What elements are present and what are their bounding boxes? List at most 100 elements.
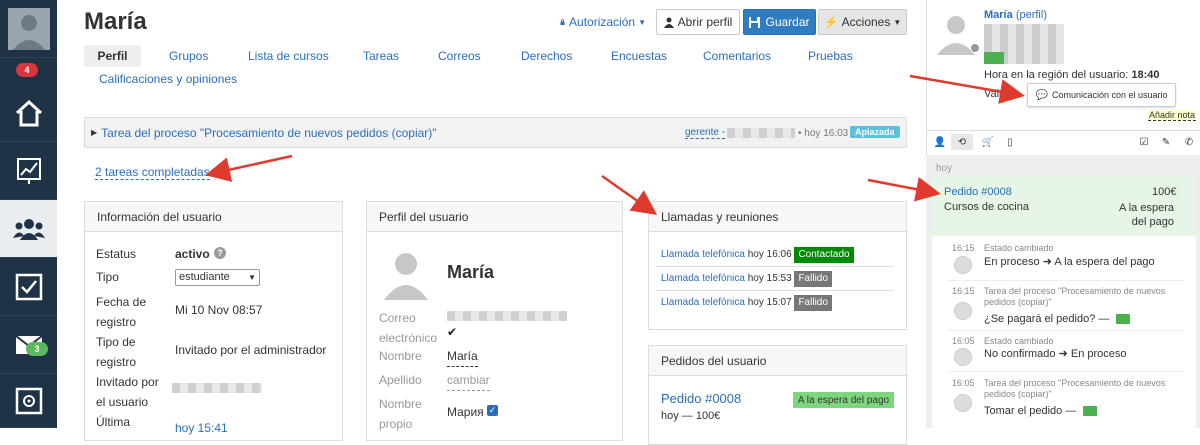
own-name-checkbox[interactable]: ✓ [487, 405, 498, 416]
call-status-badge: Fallido [794, 295, 832, 311]
done-badge [1115, 313, 1130, 324]
order-status-badge: A la espera del pago [793, 392, 894, 408]
feed-date: hoy [936, 163, 953, 174]
tab-phone-icon[interactable]: ✆ [1178, 134, 1200, 150]
tab-calificaciones[interactable]: Calificaciones y opiniones [99, 68, 237, 90]
tab-history-icon[interactable]: ⟲ [951, 134, 973, 150]
nav-users[interactable] [0, 200, 57, 258]
own-name-label: Nombre propio [379, 397, 422, 431]
divider [926, 130, 1200, 131]
name-label: Nombre [379, 349, 422, 363]
messenger-icons [984, 52, 1004, 64]
tab-comentarios[interactable]: Comentarios [703, 45, 771, 67]
authorization-dropdown[interactable]: Autorización ▼ [560, 9, 646, 35]
chart-icon [16, 157, 41, 184]
type-select[interactable]: estudiante ▼ [175, 269, 260, 286]
caret-down-icon: ▼ [638, 17, 646, 27]
call-row[interactable]: Llamada telefónica hoy 15:53 Fallido [661, 271, 832, 287]
user-avatar-icon [7, 7, 50, 50]
task-assignee[interactable]: gerente - [685, 127, 726, 139]
deferred-badge: Aplazada [850, 126, 900, 138]
process-task-bar[interactable]: ▶ Tarea del proceso "Procesamiento de nu… [84, 117, 907, 148]
communication-label: Comunicación con el usuario [1051, 90, 1168, 100]
task-title[interactable]: Tarea del proceso "Procesamiento de nuev… [101, 126, 436, 140]
add-note-link[interactable]: Añadir nota [1148, 110, 1197, 121]
feed-avatar [954, 302, 972, 320]
tab-grupos[interactable]: Grupos [169, 45, 208, 67]
task-time: • hoy 16:03 [798, 127, 849, 139]
nav-settings[interactable] [0, 374, 57, 428]
contact-name[interactable]: María [984, 9, 1013, 21]
feed-small: Tarea del proceso "Procesamiento de nuev… [984, 286, 1166, 307]
last-label: Última [96, 415, 131, 429]
last-value: hoy 15:41 [175, 421, 228, 435]
inviter-redacted [172, 383, 262, 393]
reg-type-label: Tipo de registro [96, 335, 137, 369]
profile-link[interactable]: (perfil) [1016, 9, 1047, 21]
own-name-value: Мария [447, 405, 484, 419]
city-prefix: Valen [984, 88, 1012, 100]
safe-icon [15, 387, 42, 414]
feed-row: ¿Se pagará el pedido? — [984, 311, 1130, 326]
divider [948, 280, 1184, 281]
profile-badge: 4 [16, 63, 38, 77]
communication-button[interactable]: 💬 Comunicación con el usuario [1027, 83, 1176, 107]
email-label: Correo electrónico [379, 311, 438, 345]
feed-order-link[interactable]: Pedido #0008 [944, 186, 1012, 198]
feed-avatar [954, 394, 972, 412]
lock-icon [560, 19, 565, 26]
feed-order-course: Cursos de cocina [944, 201, 1029, 213]
divider [948, 371, 1184, 372]
open-profile-button[interactable]: Abrir perfil [656, 9, 740, 35]
invited-label: Invitado por el usuario [96, 375, 159, 409]
tab-derechos[interactable]: Derechos [521, 45, 572, 67]
tab-encuestas[interactable]: Encuestas [611, 45, 667, 67]
name-value[interactable]: María [447, 346, 478, 367]
page-title: María [84, 8, 147, 35]
online-status-dot [970, 43, 980, 53]
nav-reports[interactable] [0, 142, 57, 200]
assignee-name-redacted [727, 128, 796, 138]
feed-time: 16:05 [952, 336, 975, 346]
help-icon[interactable]: ? [214, 247, 226, 259]
status-label: Estatus [96, 247, 137, 261]
nav-tasks[interactable] [0, 258, 57, 316]
tab-pruebas[interactable]: Pruebas [808, 45, 853, 67]
nav-home[interactable] [0, 84, 57, 142]
tab-check-icon[interactable]: ☑ [1133, 134, 1155, 150]
feed-text: ¿Se pagará el pedido? — [984, 313, 1110, 325]
left-navigation: 4 3 [0, 0, 57, 428]
email-redacted [447, 311, 567, 321]
tab-cart-icon[interactable]: 🛒 [977, 134, 999, 150]
call-row[interactable]: Llamada telefónica hoy 16:06 Contactado [661, 247, 854, 263]
tab-lista-de-cursos[interactable]: Lista de cursos [248, 45, 329, 67]
tab-pencil-icon[interactable]: ✎ [1155, 134, 1177, 150]
reg-date-label: Fecha de registro [96, 295, 147, 329]
completed-tasks-link[interactable]: 2 tareas completadas [95, 165, 210, 180]
actions-dropdown[interactable]: ⚡ Acciones ▼ [818, 9, 907, 35]
nav-profile[interactable] [0, 0, 57, 58]
save-label: Guardar [765, 15, 810, 29]
calls-header: Llamadas y reuniones [649, 202, 906, 232]
checkbox-icon [15, 273, 42, 300]
surname-change-link[interactable]: cambiar [447, 370, 490, 391]
save-button[interactable]: Guardar [743, 9, 816, 35]
call-label[interactable]: Llamada telefónica [661, 273, 745, 284]
call-label[interactable]: Llamada telefónica [661, 249, 745, 260]
tab-person-icon[interactable]: 👤 [929, 134, 951, 150]
bolt-icon: ⚡ [823, 15, 839, 29]
tab-perfil[interactable]: Perfil [84, 45, 141, 67]
tab-mobile-icon[interactable]: ▯ [999, 134, 1021, 150]
feed-small: Tarea del proceso "Procesamiento de nuev… [984, 378, 1166, 399]
check-icon: ✔ [447, 325, 458, 339]
call-label[interactable]: Llamada telefónica [661, 297, 745, 308]
orders-header: Pedidos del usuario [649, 346, 906, 376]
divider [948, 330, 1184, 331]
feed-order-amount: 100€ [1152, 186, 1177, 198]
call-row[interactable]: Llamada telefónica hoy 15:07 Fallido [661, 295, 832, 311]
tab-correos[interactable]: Correos [438, 45, 481, 67]
feed-avatar [954, 256, 972, 274]
call-status-badge: Contactado [794, 247, 854, 263]
tab-tareas[interactable]: Tareas [363, 45, 399, 67]
order-link[interactable]: Pedido #0008 [661, 391, 741, 406]
